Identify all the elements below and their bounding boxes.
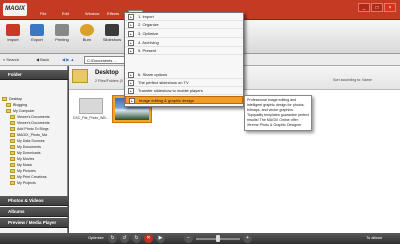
folder-title: Desktop: [95, 70, 119, 76]
burn-button[interactable]: Burn: [76, 22, 98, 50]
tv-icon: ▸: [128, 80, 134, 86]
search-label: Search: [6, 57, 20, 62]
rotate-icon[interactable]: ↻: [108, 234, 117, 243]
disc-icon: [80, 24, 94, 36]
menu-item-organize[interactable]: ▸ 2. Organize: [125, 21, 243, 29]
printing-label: Printing: [55, 37, 69, 42]
slideshow-icon: [105, 24, 119, 36]
folder-icon: [10, 133, 15, 138]
folder-icon: [10, 163, 15, 168]
menu-item-archiving[interactable]: ▸ 4. Archiving: [125, 39, 243, 47]
import-menu-icon: ▸: [128, 14, 134, 20]
menu-item-tooltip: Professional image editing and intellige…: [244, 95, 312, 131]
burn-label: Burn: [82, 37, 92, 42]
to-album-button[interactable]: To album: [366, 235, 382, 240]
menu-item-mobile-players[interactable]: ▸ Transfer slideshow to mobile players: [125, 87, 243, 95]
image-editing-icon: ▸: [129, 98, 135, 104]
printer-icon: [55, 24, 69, 36]
menu-item-optimize[interactable]: ▸ 3. Optimize: [125, 30, 243, 38]
folder-icon: [2, 97, 7, 102]
zoom-out-icon[interactable]: −: [184, 234, 193, 243]
import-button[interactable]: Import: [2, 22, 24, 50]
import-icon: [6, 24, 20, 36]
file-label: DSC_File_Photo_WB...: [73, 116, 109, 120]
archiving-menu-icon: ▸: [128, 40, 134, 46]
import-label: Import: [7, 37, 19, 42]
folder-icon: [6, 103, 11, 108]
back-label: Back: [40, 57, 50, 62]
albums-panel-header[interactable]: Albums: [0, 207, 68, 217]
optimize-label[interactable]: Optimize: [88, 235, 104, 240]
folder-icon: [10, 175, 15, 180]
menu-item-present[interactable]: ▸ 5. Present: [125, 47, 243, 55]
menu-window[interactable]: Window: [83, 10, 101, 18]
minimize-button[interactable]: _: [358, 3, 370, 12]
slideshow-button[interactable]: Slideshow: [101, 22, 123, 50]
menu-file[interactable]: File: [38, 10, 48, 18]
maximize-button[interactable]: □: [371, 3, 383, 12]
export-icon: [30, 24, 44, 36]
tree-item[interactable]: My Projects: [2, 180, 66, 186]
share-menu-icon: ▸: [128, 72, 134, 78]
organize-menu-icon: ▸: [128, 22, 134, 28]
preview-panel-header[interactable]: Preview / Media Player: [0, 218, 68, 228]
file-thumbnail[interactable]: [79, 98, 103, 114]
folder-icon: [10, 169, 15, 174]
menu-item-slideshow-tv[interactable]: ▸ The perfect slideshow on TV: [125, 79, 243, 87]
menu-edit[interactable]: Edit: [60, 10, 71, 18]
present-menu-icon: ▸: [128, 48, 134, 54]
zoom-in-icon[interactable]: +: [243, 234, 252, 243]
folder-icon: [10, 157, 15, 162]
close-button[interactable]: ×: [384, 3, 396, 12]
sort-label[interactable]: Sort according to: Name: [333, 78, 397, 84]
slideshow-label: Slideshow: [102, 37, 122, 42]
export-label: Export: [31, 37, 43, 42]
folder-panel-header[interactable]: Folder: [0, 70, 68, 80]
delete-icon[interactable]: ✕: [144, 234, 153, 243]
printing-button[interactable]: Printing: [51, 22, 73, 50]
export-button[interactable]: Export: [26, 22, 48, 50]
magix-logo: MAGIX: [3, 3, 27, 16]
folder-icon: [10, 115, 15, 120]
folder-icon: [10, 127, 15, 132]
nav-arrows[interactable]: ◀ ▶ ▲: [62, 56, 82, 64]
zoom-slider-handle[interactable]: [216, 235, 220, 242]
play-icon[interactable]: ▶: [156, 234, 165, 243]
back-button[interactable]: ◀ Back: [36, 56, 58, 64]
folder-icon: [10, 181, 15, 186]
mobile-icon: ▸: [128, 88, 134, 94]
folder-large-icon: [72, 69, 88, 83]
folder-icon: [10, 139, 15, 144]
rotate-right-icon[interactable]: ↻: [132, 234, 141, 243]
menu-item-share-options[interactable]: ▸ 6. Share options: [125, 71, 243, 79]
photos-videos-panel-header[interactable]: Photos & Videos: [0, 196, 68, 206]
search-button[interactable]: ⌕ Search: [3, 56, 25, 64]
menu-effects[interactable]: Effects: [105, 10, 121, 18]
menu-item-import[interactable]: ▸ 1. Import: [125, 13, 243, 21]
folder-icon: [10, 151, 15, 156]
optimize-menu-icon: ▸: [128, 31, 134, 37]
folder-icon: [10, 121, 15, 126]
folder-icon: [10, 145, 15, 150]
rotate-left-icon[interactable]: ↺: [120, 234, 129, 243]
folder-icon: [6, 109, 11, 114]
menu-item-image-editing[interactable]: ▸ Image editing & graphic design: [125, 96, 243, 104]
